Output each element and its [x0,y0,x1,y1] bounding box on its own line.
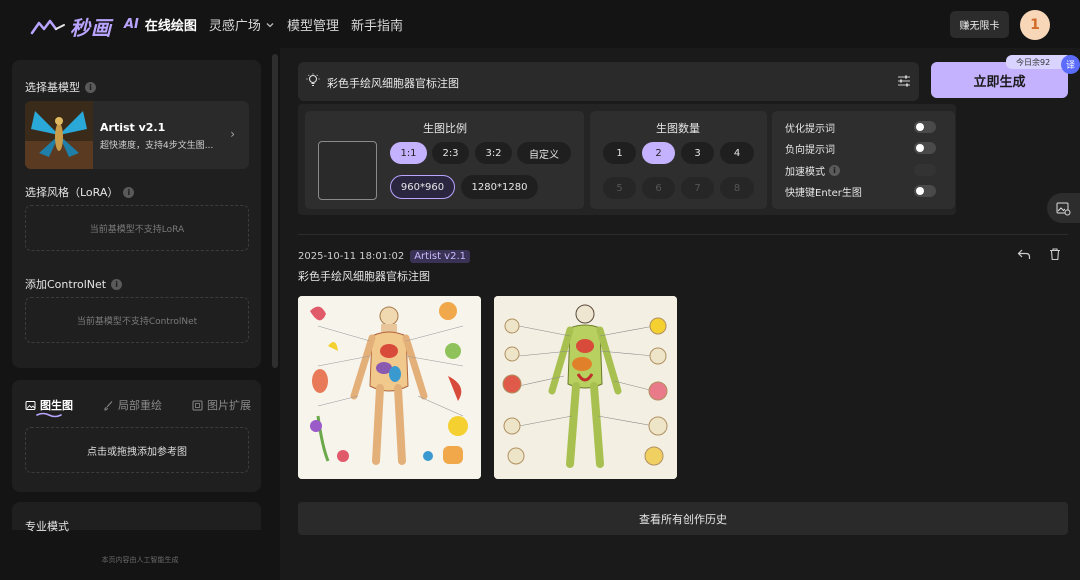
info-icon[interactable]: i [123,186,135,198]
option-label: 快捷键Enter生图 [785,188,862,199]
record-meta: 2025-10-11 18:01:02 Artist v2.1 [298,250,471,263]
lora-section: 选择风格（LoRA） i [25,184,135,200]
gallery-side-button[interactable] [1047,193,1080,223]
option-label: 优化提示词 [785,124,835,135]
count-option-disabled: 8 [720,177,754,199]
tab-outpaint[interactable]: 图片扩展 [192,397,251,413]
tab-label: 局部重绘 [118,399,162,412]
optimize-prompt-toggle[interactable] [914,121,936,133]
tab-inpaint[interactable]: 局部重绘 [103,397,162,413]
main-nav: AI 在线绘图 灵感广场 模型管理 新手指南 [124,15,403,34]
ratio-option-custom[interactable]: 自定义 [517,142,571,164]
info-icon[interactable]: i [829,165,840,176]
base-model-section: 选择基模型 i [25,79,96,95]
option-negative-prompt: 负向提示词 [785,141,835,156]
model-tag: Artist v2.1 [410,250,471,263]
count-option-disabled: 6 [642,177,675,199]
pro-mode-label[interactable]: 专业模式 [25,518,69,534]
sliders-icon[interactable] [897,74,911,88]
nav-item-online-drawing[interactable]: AI 在线绘图 [124,15,197,34]
model-description: 超快速度，支持4步文生图... [100,141,214,151]
generated-image[interactable] [494,296,677,479]
count-option[interactable]: 3 [681,142,714,164]
count-title: 生图数量 [656,122,700,135]
ai-generated-note: 本页内容由人工智能生成 [101,556,179,564]
image-settings-icon [1056,202,1071,215]
option-fast-mode: 加速模式 i [785,163,840,178]
size-option-960[interactable]: 960*960 [390,175,455,199]
ratio-title: 生图比例 [423,122,467,135]
brand-logo-text: 秒画 [70,16,112,40]
nav-item-label: 在线绘图 [144,19,197,34]
option-label: 负向提示词 [785,145,835,156]
option-optimize-prompt: 优化提示词 [785,120,835,135]
ratio-option-3-2[interactable]: 3:2 [475,142,512,164]
unlimited-card-button[interactable]: 赚无限卡 [950,11,1009,38]
reference-tabs: 图生图 局部重绘 图片扩展 [25,397,251,413]
nav-item-inspiration[interactable]: 灵感广场 [209,15,275,34]
tab-label: 图生图 [40,399,73,412]
ratio-preview [318,141,377,200]
reuse-icon[interactable] [1017,247,1031,261]
controlnet-section: 添加ControlNet i [25,276,123,292]
image-icon [25,400,36,410]
count-option-disabled: 5 [603,177,636,199]
count-option[interactable]: 1 [603,142,636,164]
negative-prompt-toggle[interactable] [914,142,936,154]
model-thumbnail [25,101,93,169]
delete-icon[interactable] [1048,247,1062,261]
expand-icon [192,400,203,410]
info-icon[interactable]: i [85,81,96,93]
chevron-down-icon [266,22,274,27]
size-option-1280[interactable]: 1280*1280 [461,175,538,199]
anatomy-illustration-1 [298,296,481,479]
ratio-option-2-3[interactable]: 2:3 [432,142,469,164]
brand-logo[interactable]: 秒画 [30,12,112,41]
sidebar-scrollbar[interactable] [272,54,278,368]
reference-upload-area[interactable]: 点击或拖拽添加参考图 [25,427,249,473]
controlnet-label: 添加ControlNet [25,278,107,291]
tab-img2img[interactable]: 图生图 [25,397,73,413]
chevron-right-icon: › [230,127,235,141]
tab-label: 图片扩展 [207,399,251,412]
nav-ai-prefix: AI [124,17,139,32]
logo-mark-icon [30,19,65,34]
info-icon[interactable]: i [111,278,123,290]
model-name: Artist v2.1 [100,121,166,134]
nav-item-guide[interactable]: 新手指南 [351,15,403,34]
active-tab-underline [36,412,62,418]
section-divider [298,234,1068,235]
base-model-label: 选择基模型 [25,81,80,94]
top-nav-bar: 秒画 AI 在线绘图 灵感广场 模型管理 新手指南 赚无限卡 1 [0,0,1080,48]
translate-icon[interactable]: 译 [1061,55,1080,74]
lora-label: 选择风格（LoRA） [25,186,119,199]
brush-icon [104,400,113,411]
prompt-text[interactable]: 彩色手绘风细胞器官标注图 [327,75,459,91]
count-option-disabled: 7 [681,177,714,199]
controlnet-empty-box: 当前基模型不支持ControlNet [25,297,249,343]
ratio-option-1-1[interactable]: 1:1 [390,142,427,164]
count-option-selected[interactable]: 2 [642,142,675,164]
option-label: 加速模式 [785,167,825,178]
enter-shortcut-toggle[interactable] [914,185,936,197]
lora-empty-box: 当前基模型不支持LoRA [25,205,249,251]
nav-item-models[interactable]: 模型管理 [287,15,339,34]
generated-image[interactable] [298,296,481,479]
model-selector-card[interactable]: Artist v2.1 超快速度，支持4步文生图... › [25,101,249,169]
anatomy-illustration-2 [494,296,677,479]
record-title: 彩色手绘风细胞器官标注图 [298,270,430,283]
lightbulb-icon [306,73,320,87]
avatar[interactable]: 1 [1020,10,1050,40]
view-history-button[interactable]: 查看所有创作历史 [298,502,1068,535]
count-option[interactable]: 4 [720,142,754,164]
option-enter-shortcut: 快捷键Enter生图 [785,184,862,199]
fast-mode-toggle [914,164,936,176]
nav-item-label: 灵感广场 [208,19,261,34]
record-timestamp: 2025-10-11 18:01:02 [298,251,405,262]
